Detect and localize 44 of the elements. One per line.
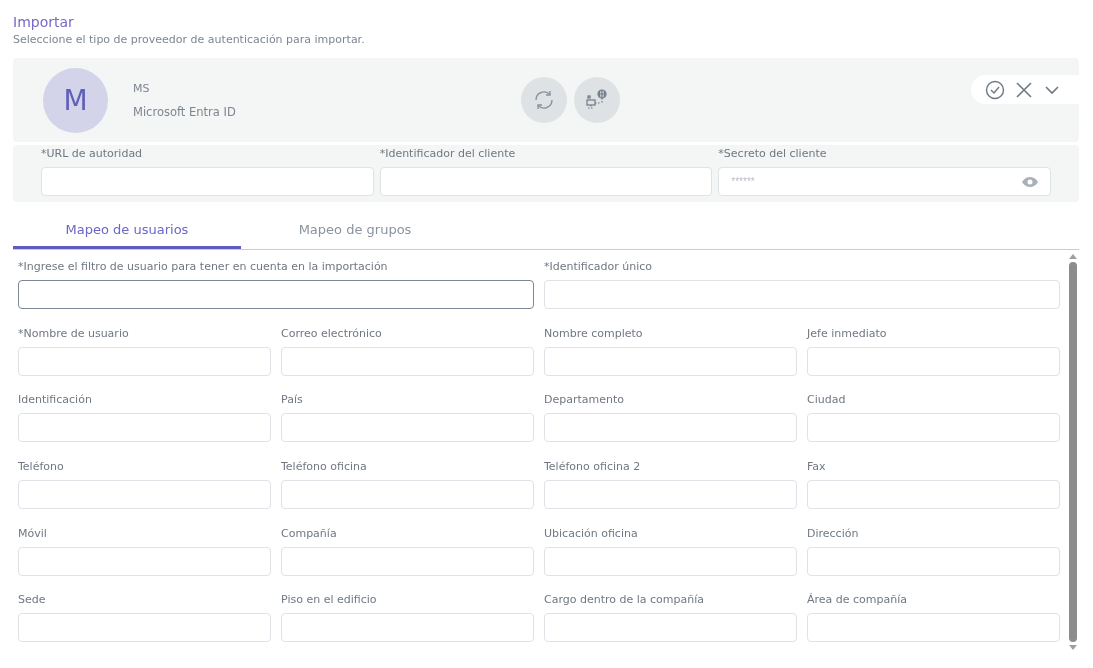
field-label: Piso en el edificio: [281, 592, 378, 609]
field-label: Sede: [18, 592, 47, 609]
computer-globe-icon: [585, 88, 609, 112]
secret-field[interactable]: ******: [718, 167, 1051, 196]
text-field[interactable]: [18, 280, 534, 309]
tab[interactable]: Mapeo de grupos: [241, 212, 469, 249]
provider-name: Microsoft Entra ID: [133, 104, 237, 119]
field-label: Departamento: [544, 392, 626, 409]
field-label: Jefe inmediato: [807, 325, 888, 342]
field-label: Compañía: [281, 525, 338, 542]
eye-icon[interactable]: [1021, 176, 1039, 188]
field-label: Identificación: [18, 392, 93, 409]
field-label: *Nombre de usuario: [18, 325, 130, 342]
check-circle-icon: [985, 79, 1005, 100]
field-label: Cargo dentro de la compañía: [544, 592, 706, 609]
tab[interactable]: Mapeo de usuarios: [13, 212, 241, 249]
field-label: Área de compañía: [807, 592, 909, 609]
field-label: *Secreto del cliente: [718, 146, 828, 162]
field-label: Correo electrónico: [281, 325, 383, 342]
field-label: Ciudad: [807, 392, 847, 409]
field-label: País: [281, 392, 304, 409]
scrollbar[interactable]: [1067, 254, 1079, 650]
page-title: Importar: [13, 13, 75, 32]
page-subtitle: Seleccione el tipo de proveedor de autenticación para importar.: [13, 32, 366, 48]
provider-code: MS: [133, 81, 151, 95]
confirm-button[interactable]: [985, 79, 1005, 100]
field-label: Teléfono: [18, 459, 65, 475]
close-icon: [1015, 80, 1033, 99]
field-label: *Identificador del cliente: [379, 146, 517, 162]
field-label: Teléfono oficina: [281, 459, 368, 475]
field-label: Fax: [807, 459, 827, 475]
field-label: Ubicación oficina: [544, 525, 639, 542]
field-label: Nombre completo: [544, 325, 644, 342]
network-button[interactable]: [574, 77, 620, 123]
field-label: Teléfono oficina 2: [544, 459, 642, 475]
field-label: Dirección: [807, 525, 860, 542]
provider-avatar: M: [43, 67, 108, 133]
field-label: Móvil: [18, 525, 48, 542]
sync-icon: [532, 88, 556, 112]
close-button[interactable]: [1015, 80, 1033, 99]
field-label: *Identificador único: [544, 259, 654, 275]
field-label: *URL de autoridad: [41, 146, 144, 162]
field-label: *Ingrese el filtro de usuario para tener en cuenta en la importación: [18, 259, 389, 275]
sync-button[interactable]: [521, 77, 567, 123]
